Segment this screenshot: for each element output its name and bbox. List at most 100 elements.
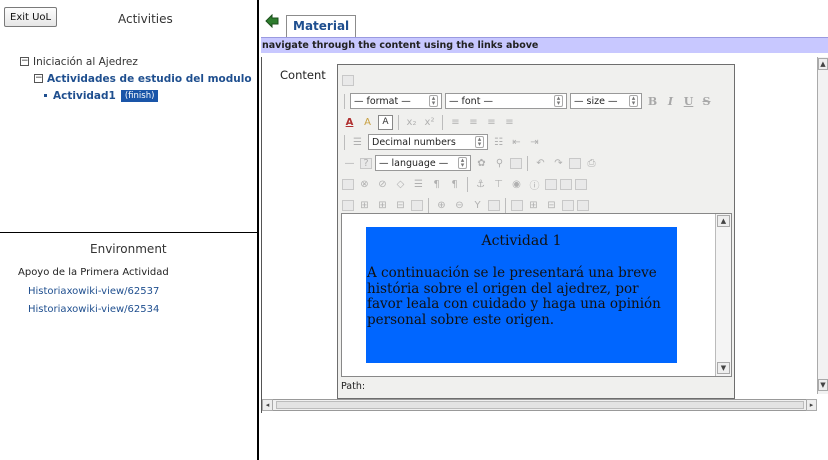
merge-cells-icon[interactable]: ⊕ <box>434 198 449 213</box>
environment-link[interactable]: Historiaxowiki-view/62537 <box>28 286 159 297</box>
row-after-icon[interactable]: ⊞ <box>375 198 390 213</box>
size-select[interactable]: — size — ▴ ▾ <box>570 93 642 109</box>
col-delete-icon[interactable]: ⊟ <box>544 198 559 213</box>
toggle-icon[interactable]: ⊤ <box>491 177 506 192</box>
scroll-right-icon[interactable]: ▸ <box>806 399 817 411</box>
align-center-icon[interactable]: ≡ <box>466 115 481 130</box>
collapse-icon[interactable]: − <box>20 57 29 66</box>
toolbar-separator <box>467 176 468 192</box>
list-style-value: Decimal numbers <box>372 136 456 148</box>
eraser-icon[interactable]: ◇ <box>393 177 408 192</box>
fullscreen-icon[interactable] <box>575 178 587 190</box>
list-style-select[interactable]: Decimal numbers ▴ ▾ <box>368 134 488 150</box>
tree-item-leaf[interactable]: Actividad1 (finish) <box>20 87 252 104</box>
anchor-icon[interactable]: ⚓ <box>473 177 488 192</box>
underline-button[interactable]: U <box>681 94 696 109</box>
bold-button[interactable]: B <box>645 94 660 109</box>
scroll-down-icon[interactable]: ▼ <box>717 362 730 374</box>
plain-text-icon[interactable]: A <box>378 114 393 130</box>
language-select[interactable]: — language — ▴ ▾ <box>375 155 471 171</box>
toolbar-separator <box>398 114 399 130</box>
tree-item-sub[interactable]: − Actividades de estudio del modulo <box>20 70 252 87</box>
highlight-color-icon[interactable]: A <box>360 115 375 130</box>
table-icon[interactable] <box>569 157 581 169</box>
bullet-list-icon[interactable]: ☷ <box>491 135 506 150</box>
subscript-icon[interactable]: x₂ <box>404 115 419 130</box>
tree-item-root[interactable]: − Iniciación al Ajedrez <box>20 53 252 70</box>
undo-icon[interactable]: ↶ <box>533 156 548 171</box>
preview-icon[interactable] <box>560 178 572 190</box>
paste-icon[interactable] <box>342 178 354 190</box>
media-icon[interactable]: ◉ <box>509 177 524 192</box>
toolbar-separator <box>527 155 528 171</box>
list-icon[interactable]: ☰ <box>350 135 365 150</box>
exit-uol-button[interactable]: Exit UoL <box>4 7 58 27</box>
table-props-icon[interactable] <box>488 199 500 211</box>
chevron-down-icon: ▴ ▾ <box>429 95 438 107</box>
italic-button[interactable]: I <box>663 94 678 109</box>
activity-body: A continuación se le presentará una brev… <box>367 265 661 328</box>
tree-leaf-link[interactable]: Actividad1 <box>53 90 116 102</box>
tree-root-label: Iniciación al Ajedrez <box>33 55 138 68</box>
environment-link[interactable]: Historiaxowiki-view/62534 <box>28 304 159 315</box>
redo-icon[interactable]: ↷ <box>551 156 566 171</box>
toolbar-row: — ? — language — ▴ ▾ ✿ ⚲ ↶ ↷ ⎙ <box>342 154 599 172</box>
back-arrow-icon[interactable] <box>265 14 279 28</box>
editor-scrollbar[interactable]: ▲ ▼ <box>715 214 731 376</box>
rtl-icon[interactable]: ¶ <box>447 177 462 192</box>
find-icon[interactable]: ⚲ <box>492 156 507 171</box>
scroll-down-icon[interactable]: ▼ <box>818 379 828 391</box>
content-vertical-scrollbar[interactable]: ▲ ▼ <box>817 57 828 394</box>
toolbar-row: — format — ▴ ▾ — font — ▴ ▾ — size — ▴ ▾ B I U… <box>342 92 714 110</box>
table-insert-icon[interactable] <box>342 199 354 211</box>
code-icon[interactable] <box>545 178 557 190</box>
row-delete-icon[interactable]: ⊟ <box>393 198 408 213</box>
scroll-thumb[interactable] <box>276 401 804 409</box>
outdent-icon[interactable]: ⇤ <box>509 135 524 150</box>
image-insert-icon[interactable] <box>510 157 522 169</box>
special-char-icon[interactable]: ☰ <box>411 177 426 192</box>
image-icon[interactable] <box>342 74 354 86</box>
row-before-icon[interactable]: ⊞ <box>357 198 372 213</box>
col-before-icon[interactable] <box>411 199 423 211</box>
finish-badge[interactable]: (finish) <box>120 89 159 102</box>
cell-icon[interactable] <box>562 199 574 211</box>
size-select-value: — size — <box>574 95 618 107</box>
tab-material[interactable]: Material <box>286 15 357 37</box>
collapse-icon[interactable]: − <box>34 74 43 83</box>
scroll-up-icon[interactable]: ▲ <box>717 215 730 227</box>
unlink-icon[interactable]: ⊘ <box>375 177 390 192</box>
link-icon[interactable]: ⊗ <box>357 177 372 192</box>
ltr-icon[interactable]: ¶ <box>429 177 444 192</box>
chevron-down-icon: ▴ ▾ <box>629 95 638 107</box>
font-select[interactable]: — font — ▴ ▾ <box>445 93 567 109</box>
align-right-icon[interactable]: ≡ <box>484 115 499 130</box>
toolbar-separator <box>428 197 429 213</box>
split-cells-icon[interactable]: ⊖ <box>452 198 467 213</box>
col-insert-icon[interactable] <box>511 199 523 211</box>
editor-content-area[interactable]: Actividad 1 A continuación se le present… <box>341 213 732 377</box>
activities-panel: Exit UoL Activities − Iniciación al Ajed… <box>0 0 257 233</box>
tree-sub-link[interactable]: Actividades de estudio del modulo <box>47 73 252 85</box>
scroll-up-icon[interactable]: ▲ <box>818 58 828 70</box>
info-icon[interactable]: ⓘ <box>527 177 542 192</box>
superscript-icon[interactable]: x² <box>422 115 437 130</box>
grid-icon[interactable] <box>577 199 589 211</box>
content-horizontal-scrollbar[interactable]: ◂ ▸ <box>262 399 817 411</box>
align-justify-icon[interactable]: ≡ <box>502 115 517 130</box>
activities-title: Activities <box>118 12 173 26</box>
format-select[interactable]: — format — ▴ ▾ <box>350 93 442 109</box>
help-icon[interactable]: ? <box>360 157 372 169</box>
horizontal-rule-icon[interactable]: — <box>342 156 357 171</box>
spellcheck-icon[interactable]: ✿ <box>474 156 489 171</box>
align-left-icon[interactable]: ≡ <box>448 115 463 130</box>
rich-text-editor: — format — ▴ ▾ — font — ▴ ▾ — size — ▴ ▾ B I U… <box>337 64 735 399</box>
col-after-icon[interactable]: ⊞ <box>526 198 541 213</box>
strikethrough-button[interactable]: S <box>699 94 714 109</box>
print-icon[interactable]: ⎙ <box>584 156 599 171</box>
scroll-left-icon[interactable]: ◂ <box>262 399 273 411</box>
text-color-icon[interactable]: A <box>342 115 357 130</box>
toolbar-separator <box>344 93 345 109</box>
cell-props-icon[interactable]: Y <box>470 198 485 213</box>
indent-icon[interactable]: ⇥ <box>527 135 542 150</box>
